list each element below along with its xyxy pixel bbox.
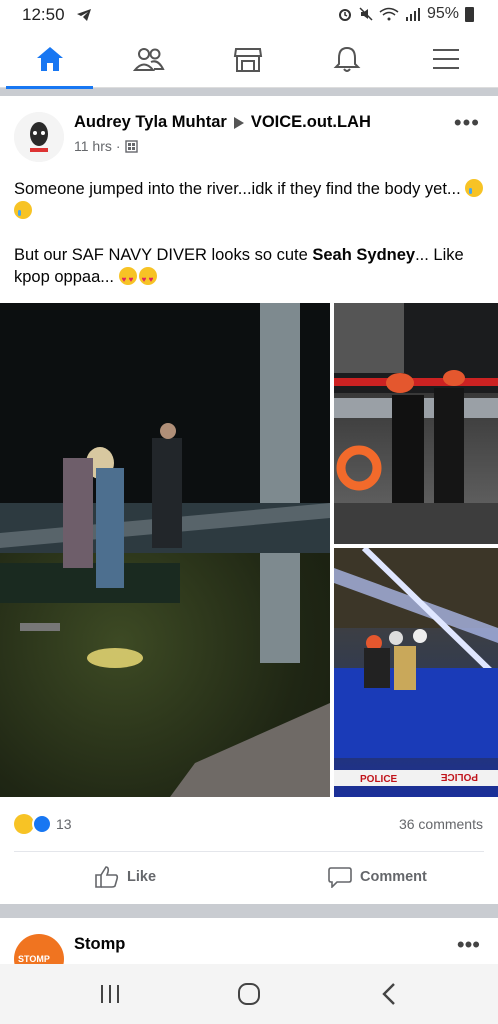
tab-menu[interactable] (396, 30, 495, 88)
comments-count[interactable]: 36 comments (399, 816, 483, 832)
photo-police-cordon[interactable]: POLICE POLICE (334, 548, 498, 797)
post-author-line: Audrey Tyla Muhtar VOICE.out.LAH (74, 113, 371, 132)
photo-grid: POLICE POLICE (0, 303, 498, 797)
home-circle-icon (238, 983, 260, 1005)
comment-button[interactable]: Comment (328, 864, 427, 890)
post-options-button[interactable]: ••• (454, 110, 480, 136)
battery-percent: 95% (426, 5, 459, 22)
home-button[interactable] (229, 978, 269, 1010)
post-text-paragraph-2: But our SAF NAVY DIVER looks so cute Sea… (14, 244, 489, 291)
post-text-line-2: But our SAF NAVY DIVER looks so cute (14, 246, 313, 264)
heart-eyes-emoji-icon (118, 267, 137, 291)
police-tape-text: POLICE (360, 774, 398, 785)
dot-separator: · (115, 138, 121, 154)
back-chevron-icon (382, 983, 395, 1005)
like-label: Like (127, 869, 157, 885)
like-button[interactable]: Like (95, 864, 156, 890)
officers-scene (334, 303, 498, 544)
like-reaction-icon (32, 814, 52, 834)
police-tape-text: POLICE (440, 771, 478, 782)
police-cordon-scene: POLICE POLICE (334, 548, 498, 786)
arrow-right-icon (233, 116, 244, 129)
stomp-logo-text: STOMP (18, 954, 50, 964)
photo-riverside-crowd[interactable] (0, 303, 330, 797)
author-avatar[interactable] (14, 112, 64, 162)
menu-icon (432, 49, 459, 69)
crying-emoji-icon (14, 201, 32, 219)
feed-post: Audrey Tyla Muhtar VOICE.out.LAH 11 hrs … (0, 96, 498, 904)
heart-eyes-emoji-icon (138, 267, 157, 291)
status-time: 12:50 (22, 5, 65, 24)
crying-emoji-icon (465, 179, 484, 197)
author-name[interactable]: Audrey Tyla Muhtar (74, 113, 227, 132)
recent-apps-icon (101, 985, 119, 1003)
next-post-options-button[interactable]: ••• (457, 932, 480, 958)
mute-icon (359, 7, 373, 21)
marketplace-icon (233, 48, 262, 72)
comment-bubble-icon (328, 867, 352, 888)
home-icon (36, 47, 63, 71)
signal-icon (405, 8, 420, 21)
post-time[interactable]: 11 hrs (74, 138, 112, 154)
comment-label: Comment (360, 869, 427, 885)
next-post-author[interactable]: Stomp (74, 935, 125, 954)
telegram-icon (77, 9, 91, 21)
wow-reaction-icon (14, 814, 34, 834)
post-text-paragraph-1: Someone jumped into the river...idk if t… (14, 178, 489, 222)
alarm-icon (338, 9, 351, 21)
battery-icon (465, 6, 474, 22)
reactions-summary[interactable]: 13 (14, 814, 72, 834)
reaction-count: 13 (56, 816, 72, 832)
status-bar: 12:50 95% (0, 0, 498, 30)
page-name[interactable]: VOICE.out.LAH (251, 113, 371, 132)
post-meta: 11 hrs · (74, 138, 138, 154)
facebook-nav-bar (0, 30, 498, 89)
status-indicators: 95% (337, 5, 474, 23)
actions-divider (14, 851, 484, 852)
tab-marketplace[interactable] (198, 30, 297, 88)
thumbs-up-icon (95, 866, 119, 888)
post-text-line-1: Someone jumped into the river...idk if t… (14, 180, 461, 198)
tab-home[interactable] (0, 30, 99, 89)
post-text: Someone jumped into the river...idk if t… (14, 178, 489, 310)
photo-rescue-officers[interactable] (334, 303, 498, 544)
riverside-scene (0, 303, 330, 797)
wifi-icon (379, 7, 399, 21)
tab-friends[interactable] (99, 30, 198, 88)
friends-icon (132, 48, 165, 71)
tagged-person[interactable]: Seah Sydney (312, 246, 415, 264)
recent-apps-button[interactable] (90, 978, 130, 1010)
avatar-image (14, 112, 64, 162)
tab-notifications[interactable] (297, 30, 396, 88)
android-navigation-bar (0, 964, 498, 1024)
notifications-icon (333, 46, 360, 72)
group-privacy-icon (124, 139, 138, 153)
back-button[interactable] (368, 978, 408, 1010)
